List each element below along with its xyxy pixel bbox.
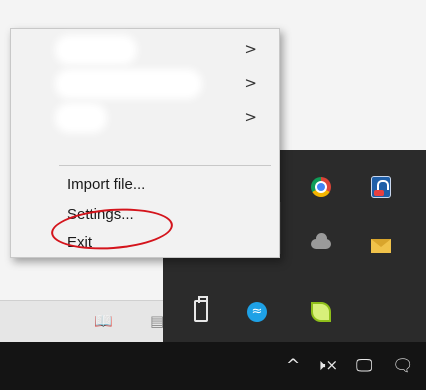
chevron-right-icon: > — [244, 74, 257, 92]
menu-item-import-file[interactable]: Import file... — [67, 176, 145, 193]
context-menu: > > > Import file... Settings... Exit — [10, 28, 280, 258]
chrome-icon[interactable] — [309, 175, 333, 199]
sync-wave-icon[interactable]: ≈ — [245, 300, 269, 324]
redacted-label — [61, 75, 196, 93]
menu-item-hidden-2[interactable]: > — [11, 67, 279, 99]
menu-item-hidden-1[interactable]: > — [11, 33, 279, 65]
security-lock-icon[interactable] — [369, 175, 393, 199]
onedrive-cloud-icon[interactable] — [309, 232, 333, 256]
document-toolbar-strip: 📖 ▤ — [0, 300, 175, 343]
taskbar: ^ 🕨× 🖵 🗨 — [0, 342, 426, 390]
redacted-label — [61, 109, 101, 127]
action-center-icon[interactable]: 🗨 — [392, 356, 414, 376]
redacted-label — [61, 41, 131, 59]
book-icon[interactable]: 📖 — [94, 312, 113, 330]
network-icon[interactable]: 🖵 — [356, 356, 372, 376]
chevron-right-icon: > — [244, 40, 257, 58]
volume-muted-icon[interactable]: 🕨× — [316, 356, 338, 374]
mail-icon[interactable] — [369, 234, 393, 258]
chevron-right-icon: > — [244, 108, 257, 126]
leaf-app-icon[interactable] — [309, 300, 333, 324]
menu-item-hidden-3[interactable]: > — [11, 101, 279, 133]
usb-eject-icon[interactable] — [189, 296, 213, 324]
show-hidden-icons-chevron-icon[interactable]: ^ — [286, 356, 300, 376]
menu-separator — [59, 165, 271, 166]
